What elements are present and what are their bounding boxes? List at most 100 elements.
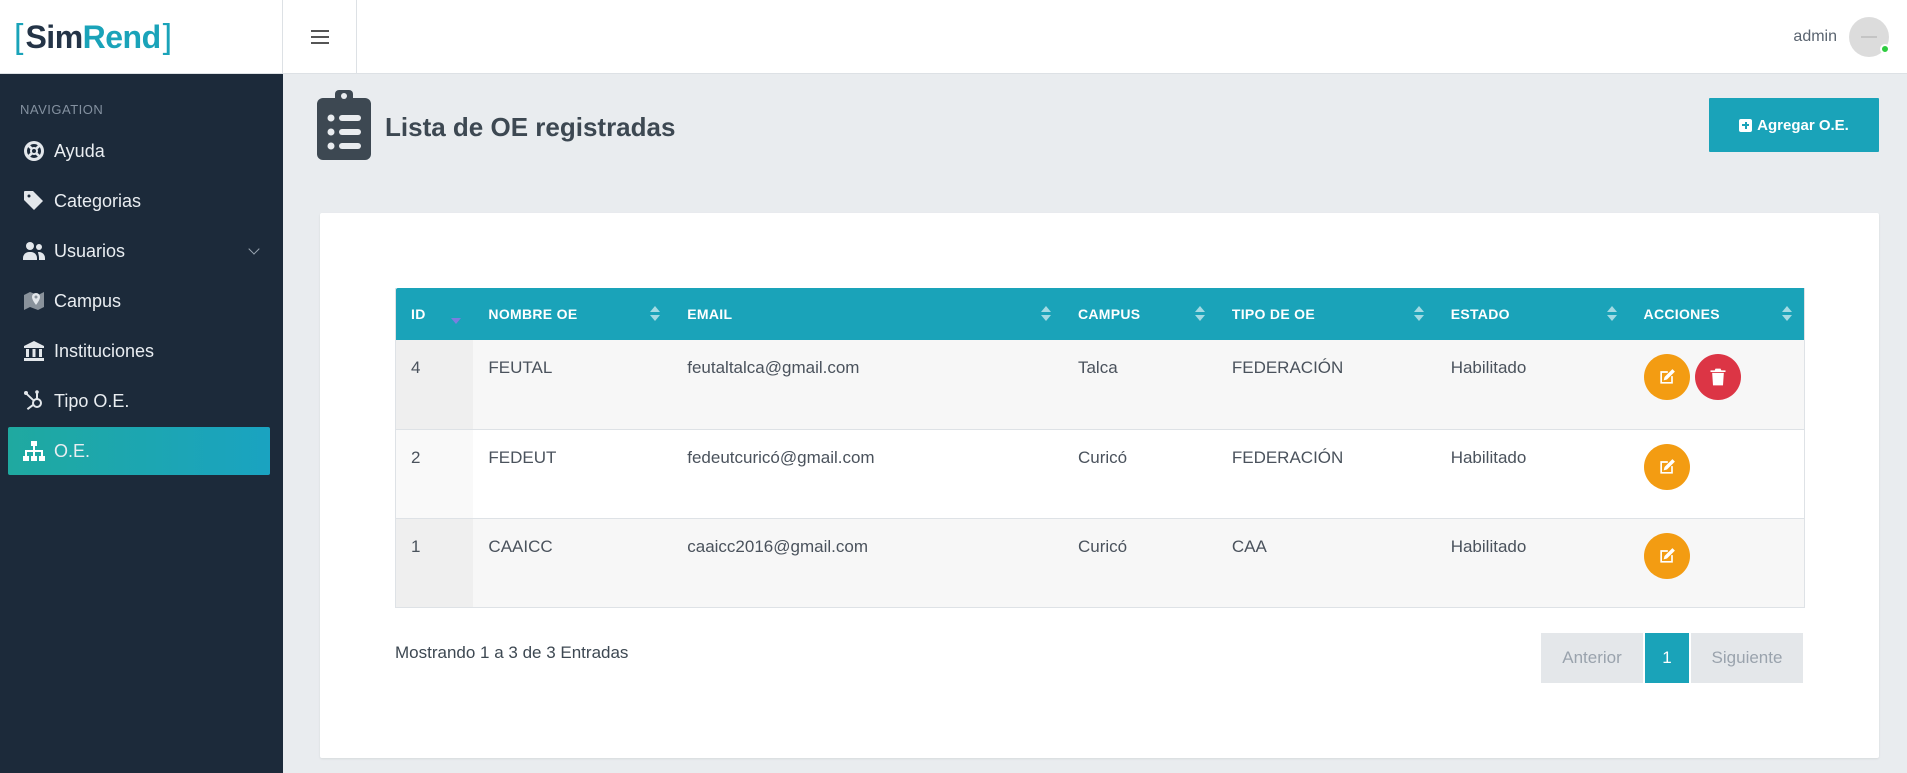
cell-campus: Talca: [1062, 340, 1217, 430]
column-header-email[interactable]: EMAIL: [672, 288, 1063, 340]
users-icon: [20, 237, 48, 265]
sidebar-item-label: Tipo O.E.: [54, 390, 130, 411]
delete-button[interactable]: [1694, 354, 1741, 400]
life-ring-icon: [20, 137, 48, 165]
column-header-tipo[interactable]: TIPO DE OE: [1216, 288, 1436, 340]
sidebar-item-oe[interactable]: O.E.: [8, 427, 270, 475]
cell-nombre: CAAICC: [473, 518, 673, 608]
sidebar-item-label: Ayuda: [54, 140, 105, 161]
oe-table: ID NOMBRE OE EMAIL CAMPUS TIPO DE OE EST…: [395, 288, 1805, 608]
edit-icon: [1659, 458, 1675, 474]
cell-tipo: FEDERACIÓN: [1216, 429, 1436, 519]
clipboard-list-icon: [317, 90, 371, 160]
pagination: Anterior 1 Siguiente: [1541, 633, 1803, 683]
logo-sim: Sim: [25, 18, 83, 55]
edit-button[interactable]: [1643, 443, 1690, 490]
add-oe-button[interactable]: Agregar O.E.: [1709, 98, 1879, 152]
column-header-label: ACCIONES: [1643, 306, 1720, 322]
menu-toggle-button[interactable]: [283, 0, 357, 74]
sidebar-item-usuarios[interactable]: Usuarios: [8, 227, 270, 275]
sort-desc-icon: [451, 306, 462, 324]
username-label: admin: [1793, 28, 1837, 45]
avatar[interactable]: [1849, 17, 1890, 57]
brand-logo[interactable]: [ Sim Rend ]: [0, 0, 283, 74]
table-info: Mostrando 1 a 3 de 3 Entradas: [395, 643, 629, 662]
cell-id: 2: [395, 429, 474, 519]
column-header-label: TIPO DE OE: [1231, 306, 1315, 322]
plus-square-icon: [1739, 118, 1753, 132]
column-header-campus[interactable]: CAMPUS: [1062, 288, 1217, 340]
cell-campus: Curicó: [1062, 429, 1217, 519]
cell-email: caaicc2016@gmail.com: [672, 518, 1063, 608]
table-row: 1 CAAICC caaicc2016@gmail.com Curicó CAA…: [395, 518, 1805, 608]
sidebar-item-label: Categorias: [54, 190, 142, 211]
column-header-label: NOMBRE OE: [488, 306, 578, 322]
cell-campus: Curicó: [1062, 518, 1217, 608]
cell-id: 4: [395, 340, 474, 430]
table-row: 4 FEUTAL feutaltalca@gmail.com Talca FED…: [395, 340, 1805, 430]
sidebar-item-label: O.E.: [54, 440, 91, 461]
logo-bracket-open: [: [14, 18, 24, 56]
column-header-estado[interactable]: ESTADO: [1435, 288, 1629, 340]
page-title: Lista de OE registradas: [385, 111, 676, 142]
sidebar-item-label: Instituciones: [54, 340, 155, 361]
table-row: 2 FEDEUT fedeutcuricó@gmail.com Curicó F…: [395, 429, 1805, 519]
cell-estado: Habilitado: [1435, 518, 1629, 608]
online-status-icon: [1880, 44, 1890, 54]
column-header-id[interactable]: ID: [395, 288, 474, 340]
cell-nombre: FEDEUT: [473, 429, 673, 519]
hamburger-icon: [310, 30, 329, 44]
bank-icon: [20, 337, 48, 365]
cell-acciones: [1628, 429, 1805, 519]
edit-button[interactable]: [1643, 354, 1690, 400]
cell-tipo: FEDERACIÓN: [1216, 340, 1436, 430]
sort-icon: [1413, 306, 1424, 322]
user-menu[interactable]: admin: [1793, 17, 1890, 57]
sidebar: NAVIGATION Ayuda Categorias Usuarios Cam…: [0, 74, 283, 773]
sidebar-title: NAVIGATION: [20, 102, 104, 117]
sort-icon: [1040, 306, 1051, 322]
sort-icon: [650, 306, 661, 322]
chevron-down-icon: [248, 243, 260, 255]
cell-email: fedeutcuricó@gmail.com: [672, 429, 1063, 519]
column-header-label: ESTADO: [1450, 306, 1510, 322]
sort-icon: [1194, 306, 1205, 322]
sidebar-item-tipo-oe[interactable]: Tipo O.E.: [8, 377, 270, 425]
oe-list-card: ID NOMBRE OE EMAIL CAMPUS TIPO DE OE EST…: [320, 213, 1879, 758]
page-header: Lista de OE registradas: [315, 86, 675, 162]
add-oe-button-label: Agregar O.E.: [1757, 116, 1849, 134]
sidebar-item-instituciones[interactable]: Instituciones: [8, 327, 270, 375]
edit-icon: [1659, 369, 1675, 384]
sort-icon: [1606, 306, 1617, 322]
sidebar-item-categorias[interactable]: Categorias: [8, 177, 270, 225]
logo-bracket-close: ]: [162, 18, 173, 56]
sidebar-item-label: Usuarios: [54, 240, 126, 261]
pagination-page-1[interactable]: 1: [1645, 633, 1689, 683]
logo-rend: Rend: [82, 18, 162, 55]
edit-button[interactable]: [1643, 532, 1690, 579]
avatar-placeholder-icon: [1861, 36, 1877, 38]
sidebar-item-ayuda[interactable]: Ayuda: [8, 127, 270, 175]
hubspot-icon: [20, 387, 48, 415]
column-header-label: EMAIL: [687, 306, 733, 322]
cell-acciones: [1628, 340, 1805, 430]
sidebar-item-label: Campus: [54, 290, 122, 311]
trash-icon: [1710, 368, 1726, 386]
column-header-label: ID: [411, 306, 426, 322]
pagination-previous[interactable]: Anterior: [1541, 633, 1643, 683]
column-header-acciones[interactable]: ACCIONES: [1628, 288, 1805, 340]
sidebar-item-campus[interactable]: Campus: [8, 277, 270, 325]
pagination-next[interactable]: Siguiente: [1691, 633, 1803, 683]
column-header-label: CAMPUS: [1077, 306, 1141, 322]
map-marker-icon: [20, 287, 48, 315]
tag-icon: [20, 187, 48, 215]
sort-icon: [1782, 306, 1792, 322]
table-header-row: ID NOMBRE OE EMAIL CAMPUS TIPO DE OE EST…: [395, 288, 1805, 340]
top-bar: [ Sim Rend ] admin: [0, 0, 1907, 74]
cell-tipo: CAA: [1216, 518, 1436, 608]
cell-id: 1: [395, 518, 474, 608]
cell-estado: Habilitado: [1435, 429, 1629, 519]
column-header-nombre[interactable]: NOMBRE OE: [473, 288, 673, 340]
cell-estado: Habilitado: [1435, 340, 1629, 430]
cell-email: feutaltalca@gmail.com: [672, 340, 1063, 430]
